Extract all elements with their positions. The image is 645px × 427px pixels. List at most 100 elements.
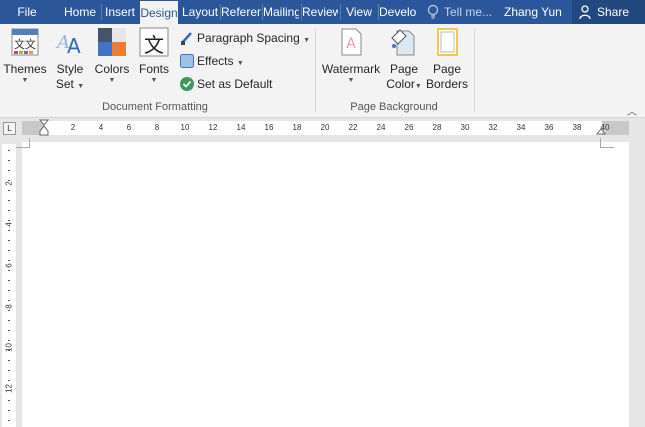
ruler-tick-label: 12 [208, 123, 218, 132]
themes-label: Themes [3, 62, 47, 76]
colors-icon [96, 26, 128, 58]
ruler-minor-mark [8, 400, 10, 401]
page-borders-button[interactable]: Page Borders [426, 26, 468, 92]
dropdown-caret-icon: ▼ [108, 77, 116, 84]
tab-view[interactable]: View [341, 0, 377, 24]
ruler-minor-mark [8, 350, 10, 351]
ruler-minor-mark [8, 280, 10, 281]
dropdown-caret-icon: ▼ [150, 77, 158, 84]
tab-developer[interactable]: Developer [379, 0, 417, 24]
ruler-tick-label: 10 [180, 123, 190, 132]
style-set-label-2: Set ▼ [55, 77, 85, 91]
tab-insert[interactable]: Insert [102, 0, 138, 24]
watermark-button[interactable]: A Watermark ▼ [318, 26, 384, 85]
svg-text:A: A [346, 36, 356, 52]
ruler-minor-mark [8, 180, 10, 181]
tab-review[interactable]: Review [302, 0, 338, 24]
page-color-button[interactable]: Page Color▼ [384, 26, 424, 92]
collapse-ribbon-icon[interactable]: ︿ [627, 103, 637, 118]
colors-label: Colors [94, 62, 130, 76]
checkmark-circle-icon [180, 77, 194, 91]
tab-selector-button[interactable]: L [3, 122, 16, 135]
ruler-minor-mark [8, 370, 10, 371]
page-borders-icon [431, 26, 463, 58]
ribbon-tab-bar: File Home Insert Design Layout Reference… [0, 0, 645, 24]
tab-layout[interactable]: Layout [182, 0, 218, 24]
ruler-tick-label: 8 [154, 123, 160, 132]
indent-marker-icon[interactable] [39, 119, 49, 137]
svg-text:A: A [67, 34, 81, 58]
ruler-minor-mark [8, 170, 10, 171]
ruler-tick-label: 24 [376, 123, 386, 132]
ruler-minor-mark [8, 260, 10, 261]
group-separator [315, 28, 316, 112]
tab-home[interactable]: Home [60, 0, 100, 24]
ruler-minor-mark [8, 300, 10, 301]
ruler-minor-mark [8, 330, 10, 331]
ruler-tick-label: 4 [98, 123, 104, 132]
fonts-icon: 文 [138, 26, 170, 58]
ruler-tick-label: 16 [264, 123, 274, 132]
ruler-tick-label: 40 [600, 123, 610, 132]
style-set-icon: A A [54, 26, 86, 58]
ruler-minor-mark [8, 380, 10, 381]
tell-me-box[interactable]: Tell me... [444, 0, 492, 24]
ruler-minor-mark [8, 200, 10, 201]
ruler-minor-mark [8, 190, 10, 191]
margin-corner-mark [16, 138, 30, 148]
ruler-minor-mark [8, 250, 10, 251]
paragraph-spacing-icon [181, 32, 192, 45]
ruler-minor-mark [8, 390, 10, 391]
paragraph-spacing-label: Paragraph Spacing ▼ [197, 31, 311, 45]
ruler-tick-label: 6 [126, 123, 132, 132]
ruler-minor-mark [8, 320, 10, 321]
ruler-tick-label: 10 [4, 343, 14, 352]
effects-icon [180, 54, 194, 68]
lightbulb-icon [427, 4, 439, 19]
watermark-label: Watermark [321, 62, 381, 76]
ruler-minor-mark [8, 340, 10, 341]
share-button[interactable]: Share [572, 0, 645, 24]
tab-design[interactable]: Design [140, 1, 178, 24]
tab-mailings[interactable]: Mailings [263, 0, 299, 24]
ruler-minor-mark [8, 160, 10, 161]
ruler-tick-label: 8 [4, 304, 14, 309]
margin-corner-mark [600, 138, 614, 148]
ruler-tick-label: 30 [460, 123, 470, 132]
horizontal-ruler[interactable]: 2 4 6 8 10 12 14 16 18 20 22 24 26 28 30 32 34 36 38 40 [22, 119, 629, 137]
page-color-label: Page [389, 62, 419, 76]
page-color-icon [388, 26, 420, 58]
themes-button[interactable]: 文文 Themes ▼ [2, 26, 48, 85]
user-account[interactable]: Zhang Yun [504, 0, 562, 24]
tab-file[interactable]: File [0, 0, 54, 24]
ruler-minor-mark [8, 310, 10, 311]
group-separator [474, 28, 475, 112]
ruler-tick-label: 2 [4, 181, 14, 186]
effects-label: Effects ▼ [197, 54, 244, 68]
ruler-tick-label: 36 [544, 123, 554, 132]
themes-icon: 文文 [9, 26, 41, 58]
ruler-minor-mark [8, 150, 10, 151]
ruler-tick-label: 14 [236, 123, 246, 132]
ruler-tick-label: 12 [4, 384, 14, 393]
share-label: Share [597, 5, 630, 19]
document-page[interactable] [16, 138, 629, 427]
svg-text:文文: 文文 [14, 37, 36, 51]
colors-button[interactable]: Colors ▼ [91, 26, 133, 85]
ruler-tick-label: 38 [572, 123, 582, 132]
watermark-icon: A [335, 26, 367, 58]
ruler-minor-mark [8, 270, 10, 271]
vertical-ruler[interactable]: 2 4 6 8 10 12 [2, 144, 16, 427]
page-borders-label-2: Borders [426, 77, 469, 91]
style-set-button[interactable]: A A Style Set ▼ [50, 26, 90, 92]
ruler-tick-label: 26 [404, 123, 414, 132]
tab-references[interactable]: References [221, 0, 261, 24]
ruler-minor-mark [8, 360, 10, 361]
page-background-group-label: Page Background [350, 101, 438, 113]
ruler-minor-mark [8, 420, 10, 421]
ruler-minor-mark [8, 410, 10, 411]
ruler-minor-mark [8, 230, 10, 231]
page-borders-label: Page [432, 62, 462, 76]
ruler-tick-label: 22 [348, 123, 358, 132]
fonts-button[interactable]: 文 Fonts ▼ [134, 26, 174, 85]
